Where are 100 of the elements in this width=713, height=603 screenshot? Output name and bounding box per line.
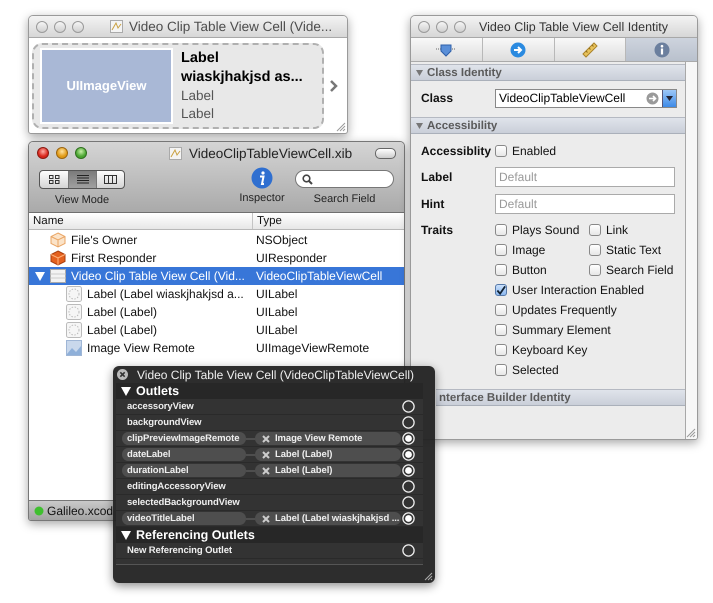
panel-title: Video Clip Table View Cell (VideoClipTableViewCell) [137, 368, 414, 382]
name-cell: Label (Label) [87, 323, 158, 337]
checkbox-label: Image [512, 243, 546, 257]
checkbox[interactable] [495, 284, 507, 296]
connection-circle-icon[interactable] [402, 400, 415, 413]
connection-circle-icon[interactable] [402, 416, 415, 429]
connection-pill[interactable]: Label (Label) [255, 464, 401, 477]
remove-icon[interactable] [262, 450, 270, 458]
section-header[interactable]: Outlets [116, 383, 423, 399]
column-header[interactable]: Name [29, 213, 253, 229]
minimize-button[interactable] [54, 20, 66, 32]
name-cell: Label (Label wiaskjhakjsd a... [87, 287, 244, 301]
outlet-name: durationLabel [122, 464, 246, 477]
text-field[interactable]: Default [495, 194, 675, 214]
type-cell-text: NSObject [255, 233, 308, 247]
status-light-icon [34, 506, 44, 516]
close-icon[interactable] [117, 369, 128, 380]
info-icon[interactable] [251, 167, 273, 189]
minimize-button[interactable] [56, 147, 68, 159]
connection-circle-icon[interactable] [402, 432, 415, 445]
resize-grip-icon[interactable] [424, 572, 433, 581]
checkbox[interactable] [495, 244, 507, 256]
connection-pill[interactable]: Image View Remote [255, 432, 401, 445]
name-cell: Video Clip Table View Cell (Vid... [71, 269, 245, 283]
connection-circle-icon[interactable] [402, 496, 415, 509]
section-title: nterface Builder Identity [439, 392, 571, 404]
checkbox[interactable] [495, 344, 507, 356]
disclosure-triangle-icon[interactable] [121, 386, 131, 396]
connection-pill[interactable]: Label (Label wiaskjhakjsd ... [255, 512, 401, 525]
class-label: UIImageView [66, 78, 146, 93]
section-title: Class Identity [427, 66, 502, 78]
checkbox[interactable] [495, 224, 507, 236]
checkbox[interactable] [495, 324, 507, 336]
connection-circle-icon[interactable] [402, 480, 415, 493]
checkbox[interactable] [589, 264, 601, 276]
connection-target: Label (Label) [275, 465, 332, 476]
connection-target: Label (Label) [275, 449, 332, 460]
toolbar-label: Inspector [239, 192, 285, 204]
close-button[interactable] [37, 147, 49, 159]
view-mode-segment[interactable] [68, 171, 96, 188]
zoom-button[interactable] [454, 20, 466, 32]
toolbar-toggle-button[interactable] [375, 148, 396, 158]
zoom-button[interactable] [75, 147, 87, 159]
arrow-circle-icon [510, 42, 526, 58]
dropdown-button[interactable] [662, 90, 676, 106]
inspector-tab[interactable] [626, 38, 697, 61]
outlet-name: clipPreviewImageRemote [122, 432, 246, 445]
checkbox-label: User Interaction Enabled [512, 283, 644, 297]
remove-icon[interactable] [262, 466, 270, 474]
outline-row[interactable]: Label (Label) UILabel [29, 321, 404, 339]
class-field[interactable]: VideoClipTableViewCell [495, 88, 677, 108]
remove-icon[interactable] [262, 434, 270, 442]
remove-icon[interactable] [262, 514, 270, 522]
zoom-button[interactable] [72, 20, 84, 32]
checkbox[interactable] [589, 244, 601, 256]
resize-grip-icon[interactable] [336, 122, 346, 132]
text-label: Label [181, 104, 216, 122]
chevron-icon [330, 80, 338, 92]
checkbox[interactable] [589, 224, 601, 236]
checkbox-label: Button [512, 263, 547, 277]
section-header[interactable]: nterface Builder Identity [436, 389, 685, 406]
table-row-icon [50, 269, 66, 283]
section-header[interactable]: Referencing Outlets [116, 527, 423, 543]
field-label: Label [421, 170, 454, 184]
resize-grip-icon[interactable] [686, 428, 696, 438]
outline-row[interactable]: Label (Label) UILabel [29, 303, 404, 321]
connection-circle-icon[interactable] [402, 464, 415, 477]
outline-row[interactable]: Label (Label wiaskjhakjsd a... UILabel [29, 285, 404, 303]
info-icon [654, 42, 670, 58]
checkbox[interactable] [495, 145, 507, 157]
column-header[interactable]: Type [253, 213, 404, 229]
section-header[interactable]: Accessibility [411, 117, 685, 134]
outline-row[interactable]: Image View Remote UIImageViewRemote [29, 339, 404, 357]
checkbox[interactable] [495, 304, 507, 316]
grid-icon [48, 175, 60, 184]
outline-row[interactable]: Video Clip Table View Cell (Vid... VideoClipTableViewCell [29, 267, 404, 285]
minimize-button[interactable] [436, 20, 448, 32]
checkbox-label: Summary Element [512, 323, 611, 337]
title-label: Label wiaskjhakjsd as... [181, 48, 303, 86]
disclosure-triangle-icon[interactable] [121, 530, 131, 540]
outline-row[interactable]: First Responder UIResponder [29, 249, 404, 267]
arrow-circle-icon[interactable] [646, 92, 659, 104]
section-header[interactable]: Class Identity [411, 64, 685, 81]
outlet-name: videoTitleLabel [122, 512, 246, 525]
checkbox[interactable] [495, 364, 507, 376]
connection-pill[interactable]: Label (Label) [255, 448, 401, 461]
connection-circle-icon[interactable] [402, 544, 415, 557]
outlet-name: backgroundView [126, 416, 202, 429]
type-cell-text: UIImageViewRemote [255, 341, 370, 355]
text-field[interactable]: Default [495, 166, 675, 186]
field-label: Accessiblity [421, 144, 492, 158]
connection-circle-icon[interactable] [402, 448, 415, 461]
document-icon [110, 20, 123, 33]
window-title: Video Clip Table View Cell Identity [479, 20, 668, 34]
checkbox[interactable] [495, 264, 507, 276]
dashed-circle-icon [66, 322, 82, 338]
connection-circle-icon[interactable] [402, 512, 415, 525]
field-label: Traits [421, 222, 454, 239]
outline-row[interactable]: File's Owner NSObject [29, 231, 404, 249]
search-field[interactable] [295, 170, 394, 188]
